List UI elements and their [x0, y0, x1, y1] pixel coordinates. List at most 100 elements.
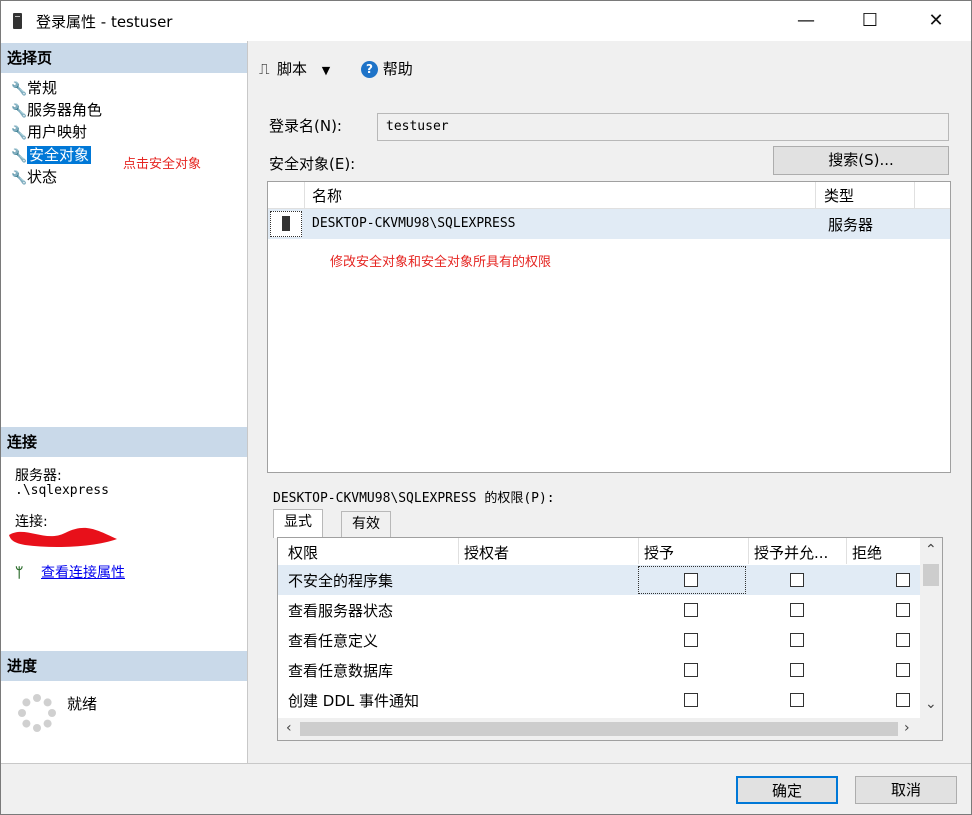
permission-row[interactable]: 查看服务器状态	[278, 595, 920, 625]
securables-grid: 名称 类型 DESKTOP-CKVMU98\SQLEXPRESS 服务器 修改安…	[267, 181, 951, 473]
securables-header-row: 名称 类型	[268, 182, 950, 209]
securable-row[interactable]: DESKTOP-CKVMU98\SQLEXPRESS 服务器	[268, 209, 950, 239]
with-grant-checkbox[interactable]	[790, 573, 804, 587]
footer-divider	[1, 763, 971, 764]
spinner-icon	[18, 694, 56, 732]
vertical-scrollbar[interactable]: ⌃ ⌄	[920, 538, 942, 718]
chevron-down-icon[interactable]: ▼	[322, 64, 330, 77]
grant-checkbox[interactable]	[684, 603, 698, 617]
col-header-with-grant[interactable]: 授予并允...	[754, 542, 828, 563]
permission-name: 创建 DDL 事件通知	[288, 692, 419, 710]
col-header-grantor[interactable]: 授权者	[464, 542, 509, 563]
minimize-button[interactable]: —	[783, 1, 829, 41]
page-server-roles[interactable]: 🔧服务器角色	[11, 99, 102, 121]
server-icon	[282, 216, 290, 231]
permission-name: 查看任意数据库	[288, 662, 394, 680]
help-label: 帮助	[382, 60, 413, 78]
securable-type: 服务器	[828, 216, 874, 234]
help-button[interactable]: ? 帮助	[361, 58, 413, 79]
server-value: .\sqlexpress	[15, 483, 109, 498]
grant-checkbox[interactable]	[684, 663, 698, 677]
scroll-left-icon[interactable]: ‹	[286, 720, 292, 736]
login-name-field[interactable]: testuser	[377, 113, 949, 141]
with-grant-checkbox[interactable]	[790, 603, 804, 617]
page-general[interactable]: 🔧常规	[11, 77, 57, 99]
grant-checkbox[interactable]	[684, 633, 698, 647]
cancel-button[interactable]: 取消	[855, 776, 957, 804]
login-properties-window: 登录属性 - testuser — ☐ ✕ 选择页 🔧常规 🔧服务器角色 🔧用户…	[0, 0, 972, 815]
permissions-label: DESKTOP-CKVMU98\SQLEXPRESS 的权限(P):	[273, 491, 555, 506]
wrench-icon: 🔧	[11, 149, 28, 164]
progress-header: 进度	[1, 651, 247, 681]
page-securables[interactable]: 🔧 安全对象	[11, 144, 92, 166]
script-label: 脚本	[277, 60, 308, 78]
permission-name: 查看服务器状态	[288, 602, 394, 620]
securable-name: DESKTOP-CKVMU98\SQLEXPRESS	[312, 216, 516, 231]
connection-header: 连接	[1, 427, 247, 457]
redaction-scribble	[9, 527, 117, 547]
horizontal-scrollbar[interactable]: ‹ ›	[278, 718, 942, 740]
select-page-header: 选择页	[1, 43, 247, 73]
page-label: 常规	[27, 79, 58, 97]
col-header-grant[interactable]: 授予	[644, 542, 674, 563]
grant-checkbox[interactable]	[684, 573, 698, 587]
search-button[interactable]: 搜索(S)...	[773, 146, 949, 175]
page-user-mapping[interactable]: 🔧用户映射	[11, 121, 87, 143]
annotation-click-securables: 点击安全对象	[123, 157, 202, 172]
row-selector[interactable]	[270, 211, 302, 237]
deny-checkbox[interactable]	[896, 693, 910, 707]
page-label: 状态	[27, 168, 58, 186]
wrench-icon: 🔧	[11, 82, 28, 97]
annotation-modify-permissions: 修改安全对象和安全对象所具有的权限	[330, 255, 552, 270]
connection-icon: ᛘ	[15, 565, 24, 581]
col-header-name[interactable]: 名称	[312, 185, 342, 206]
scroll-right-icon[interactable]: ›	[904, 720, 910, 736]
deny-checkbox[interactable]	[896, 633, 910, 647]
ok-button[interactable]: 确定	[736, 776, 838, 804]
permissions-header-row: 权限 授权者 授予 授予并允... 拒绝	[278, 538, 920, 564]
script-icon: ⎍	[259, 60, 270, 78]
col-header-type[interactable]: 类型	[824, 185, 854, 206]
deny-checkbox[interactable]	[896, 573, 910, 587]
col-header-permission[interactable]: 权限	[288, 542, 318, 563]
with-grant-checkbox[interactable]	[790, 633, 804, 647]
permission-row[interactable]: 查看任意数据库	[278, 655, 920, 685]
title-bar: 登录属性 - testuser — ☐ ✕	[1, 1, 971, 41]
toolbar: ⎍ 脚本 ▼ ? 帮助	[249, 43, 969, 95]
horizontal-scroll-thumb[interactable]	[300, 722, 898, 736]
wrench-icon: 🔧	[11, 126, 28, 141]
script-button[interactable]: ⎍ 脚本 ▼	[259, 58, 330, 79]
col-header-deny[interactable]: 拒绝	[852, 542, 882, 563]
view-connection-properties-link[interactable]: 查看连接属性	[41, 565, 125, 581]
deny-checkbox[interactable]	[896, 663, 910, 677]
securables-label: 安全对象(E):	[269, 155, 356, 173]
maximize-button[interactable]: ☐	[847, 1, 893, 41]
with-grant-checkbox[interactable]	[790, 663, 804, 677]
deny-checkbox[interactable]	[896, 603, 910, 617]
scroll-down-icon[interactable]: ⌄	[925, 696, 937, 712]
server-label: 服务器:	[15, 468, 62, 484]
wrench-icon: 🔧	[11, 104, 28, 119]
page-label: 安全对象	[27, 146, 92, 164]
page-label: 用户映射	[27, 123, 88, 141]
page-label: 服务器角色	[27, 101, 103, 119]
page-status[interactable]: 🔧状态	[11, 166, 57, 188]
vertical-scroll-thumb[interactable]	[923, 564, 939, 586]
login-name-label: 登录名(N):	[269, 117, 342, 135]
view-connection-row[interactable]: ᛘ 查看连接属性	[15, 562, 125, 582]
permission-row[interactable]: 创建 DDL 事件通知	[278, 685, 920, 715]
grant-checkbox[interactable]	[684, 693, 698, 707]
permissions-grid: 权限 授权者 授予 授予并允... 拒绝 不安全的程序集 查看服务器状态 查看任…	[277, 537, 943, 741]
close-button[interactable]: ✕	[913, 1, 959, 41]
tab-explicit[interactable]: 显式	[273, 509, 323, 538]
permission-row[interactable]: 查看任意定义	[278, 625, 920, 655]
permission-name: 查看任意定义	[288, 632, 379, 650]
help-icon: ?	[361, 61, 378, 78]
tab-effective[interactable]: 有效	[341, 511, 391, 537]
wrench-icon: 🔧	[11, 171, 28, 186]
window-title: 登录属性 - testuser	[36, 13, 173, 31]
scroll-up-icon[interactable]: ⌃	[925, 542, 937, 558]
with-grant-checkbox[interactable]	[790, 693, 804, 707]
permission-row[interactable]: 不安全的程序集	[278, 565, 920, 595]
server-icon	[13, 13, 22, 29]
